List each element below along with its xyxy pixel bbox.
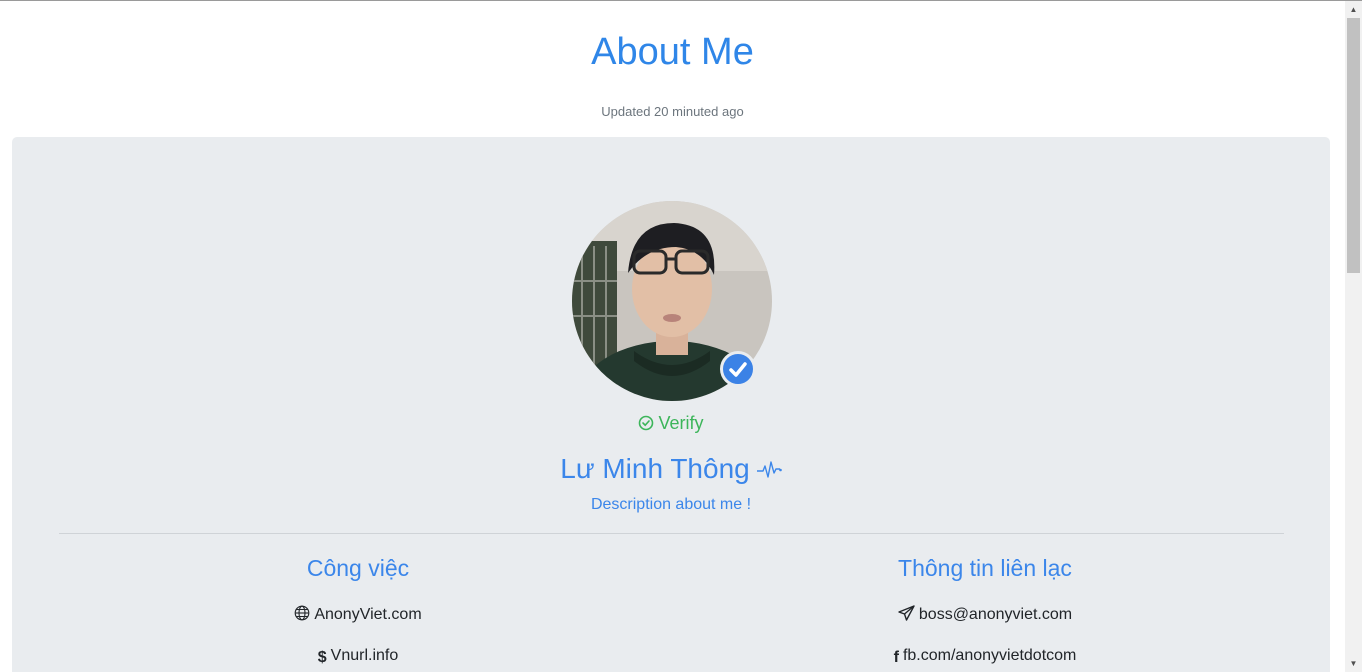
verify-label: Verify <box>658 413 704 433</box>
contact-item-facebook[interactable]: f fb.com/anonyvietdotcom <box>685 645 1285 669</box>
page-title: About Me <box>591 31 754 73</box>
contact-section: Thông tin liên lạc boss@anonyviet.com ff… <box>685 551 1285 669</box>
profile-name: Lư Minh Thông <box>12 451 1330 487</box>
vertical-scrollbar[interactable]: ▲ ▼ <box>1345 1 1362 672</box>
verify-status: Verify <box>12 411 1330 435</box>
dollar-icon: $ <box>317 649 327 666</box>
work-item-text: Vnurl.info <box>330 647 399 664</box>
profile-description: Description about me ! <box>590 496 752 513</box>
contact-section-title: Thông tin liên lạc <box>898 555 1072 581</box>
updated-text: Updated 20 minuted ago <box>601 104 744 119</box>
work-item-text: AnonyViet.com <box>314 606 422 623</box>
work-section: Công việc AnonyViet.com $ Vnurl.info <box>58 551 658 669</box>
page-content: About Me Updated 20 minuted ago Verify L… <box>0 1 1345 672</box>
work-item-anonyviet[interactable]: AnonyViet.com <box>58 604 658 626</box>
work-item-vnurl[interactable]: $ Vnurl.info <box>58 645 658 669</box>
check-circle-icon <box>638 413 658 433</box>
globe-icon <box>294 605 314 623</box>
scroll-up-arrow-icon[interactable]: ▲ <box>1345 1 1362 18</box>
contact-item-text: boss@anonyviet.com <box>918 606 1073 623</box>
heartbeat-icon <box>750 453 782 484</box>
contact-item-text: fb.com/anonyvietdotcom <box>902 647 1077 664</box>
facebook-icon: f <box>893 649 899 666</box>
contact-item-email[interactable]: boss@anonyviet.com <box>685 604 1285 626</box>
paper-plane-icon <box>898 605 919 623</box>
work-section-title: Công việc <box>306 555 410 581</box>
divider <box>59 533 1284 534</box>
scrollbar-thumb[interactable] <box>1347 18 1360 273</box>
verified-badge-icon <box>720 351 756 387</box>
scroll-down-arrow-icon[interactable]: ▼ <box>1345 655 1362 672</box>
profile-name-text: Lư Minh Thông <box>560 453 750 484</box>
profile-card: Verify Lư Minh Thông Description about m… <box>12 137 1330 672</box>
